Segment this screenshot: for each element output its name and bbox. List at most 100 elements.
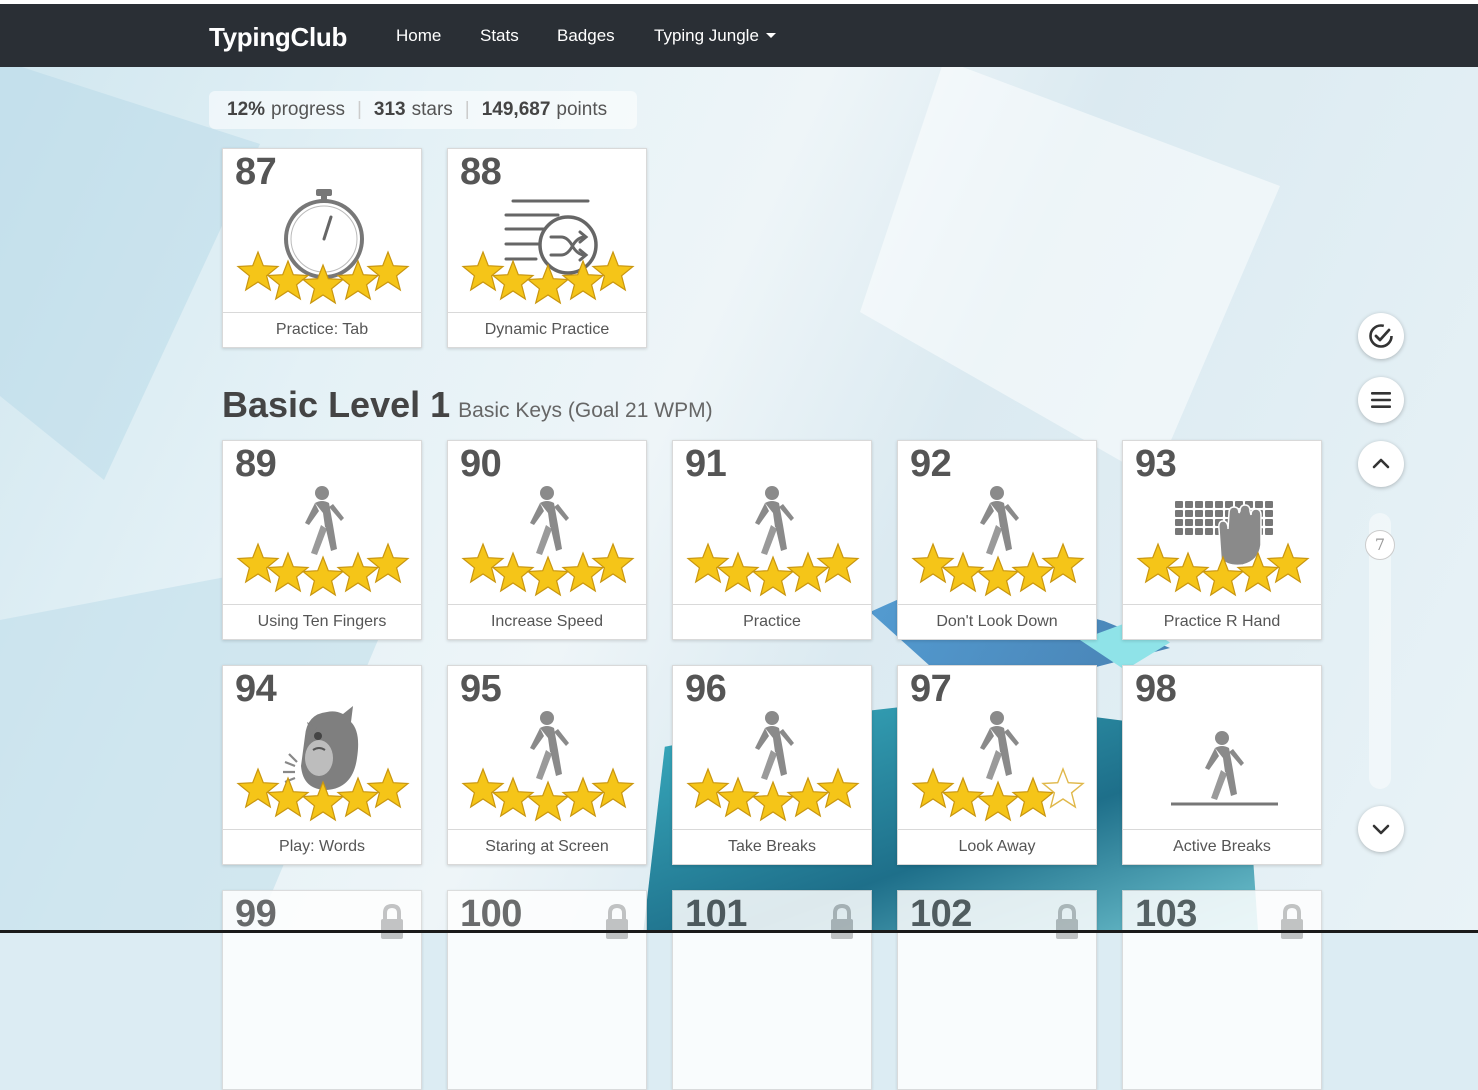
lesson-illustration: [236, 706, 410, 822]
star-filled-icon: [301, 263, 345, 305]
star-filled-icon: [976, 555, 1020, 597]
walking-person-icon: [980, 486, 1019, 555]
lesson-card[interactable]: 87 Practice: Tab: [222, 148, 422, 348]
lesson-card[interactable]: 103: [1122, 890, 1322, 1090]
walking-person-icon: [980, 711, 1019, 780]
monster-game-icon: [283, 706, 359, 790]
lesson-illustration: [1171, 731, 1278, 806]
scroll-up-button[interactable]: [1358, 441, 1404, 487]
lesson-illustration: [1136, 501, 1310, 597]
divider: |: [464, 99, 470, 120]
lesson-title: Practice: Tab: [223, 312, 421, 347]
star-filled-icon: [816, 542, 860, 584]
points-label: points: [556, 99, 608, 120]
nav-typing-jungle-dropdown[interactable]: Typing Jungle: [654, 26, 776, 46]
star-filled-icon: [236, 542, 280, 584]
lesson-card[interactable]: 97 Look Away: [897, 665, 1097, 865]
star-filled-icon: [526, 555, 570, 597]
lesson-title: Practice: [673, 604, 871, 639]
lesson-title: Increase Speed: [448, 604, 646, 639]
lesson-card[interactable]: 98 Active Breaks: [1122, 665, 1322, 865]
lesson-title: Staring at Screen: [448, 829, 646, 864]
menu-button[interactable]: [1358, 377, 1404, 423]
lesson-card[interactable]: 89 Using Ten Fingers: [222, 440, 422, 640]
lock-icon: [831, 903, 853, 939]
points-value: 149,687: [481, 99, 551, 120]
star-filled-icon: [686, 542, 730, 584]
star-filled-icon: [816, 767, 860, 809]
level-title: Basic Level 1: [222, 384, 451, 425]
lesson-illustration: [461, 199, 635, 305]
lesson-card[interactable]: 90 Increase Speed: [447, 440, 647, 640]
walking-person-icon: [530, 486, 569, 555]
lesson-card[interactable]: 102: [897, 890, 1097, 1090]
lesson-illustration: [911, 486, 1085, 597]
top-strip: [0, 0, 1478, 4]
star-filled-icon: [1041, 542, 1085, 584]
star-filled-icon: [1266, 542, 1310, 584]
lesson-card[interactable]: 88 Dynamic Practice: [447, 148, 647, 348]
star-filled-icon: [366, 542, 410, 584]
lesson-illustration: [461, 711, 635, 822]
star-filled-icon: [591, 767, 635, 809]
scroll-down-button[interactable]: [1358, 806, 1404, 852]
level-heading: Basic Level 1 Basic Keys (Goal 21 WPM): [222, 384, 713, 426]
walking-person-icon: [755, 486, 794, 555]
walking-person-icon: [530, 711, 569, 780]
star-filled-icon: [591, 542, 635, 584]
navbar: TypingClub Home Stats Badges Typing Jung…: [0, 4, 1478, 67]
star-filled-icon: [461, 767, 505, 809]
dropdown-label: Typing Jungle: [654, 26, 759, 45]
divider: |: [356, 99, 362, 120]
star-filled-icon: [461, 542, 505, 584]
lock-icon: [381, 903, 403, 939]
lesson-title: Take Breaks: [673, 829, 871, 864]
walking-person-icon: [755, 711, 794, 780]
lesson-card[interactable]: 101: [672, 890, 872, 1090]
check-circle-icon: [1369, 324, 1393, 348]
lesson-card[interactable]: 92 Don't Look Down: [897, 440, 1097, 640]
star-filled-icon: [751, 780, 795, 822]
star-filled-icon: [976, 780, 1020, 822]
lesson-title: Play: Words: [223, 829, 421, 864]
star-filled-icon: [366, 767, 410, 809]
lesson-card[interactable]: 94 Play: Words: [222, 665, 422, 865]
lesson-illustration: [461, 486, 635, 597]
star-filled-icon: [911, 767, 955, 809]
nav-home[interactable]: Home: [396, 26, 441, 46]
lock-icon: [1056, 903, 1078, 939]
chevron-up-icon: [1372, 458, 1390, 469]
check-circle-button[interactable]: [1358, 313, 1404, 359]
stopwatch-icon: [284, 189, 364, 279]
star-filled-icon: [236, 767, 280, 809]
lesson-card[interactable]: 96 Take Breaks: [672, 665, 872, 865]
lesson-card[interactable]: 91 Practice: [672, 440, 872, 640]
lesson-card[interactable]: 100: [447, 890, 647, 1090]
lock-icon: [606, 903, 628, 939]
chevron-down-icon: [1372, 824, 1390, 835]
star-empty-icon: [1041, 767, 1085, 809]
walking-person-icon: [305, 486, 344, 555]
progress-summary: 12% progress | 313 stars | 149,687 point…: [209, 91, 637, 129]
progress-value: 12%: [227, 99, 266, 120]
lesson-card[interactable]: 95 Staring at Screen: [447, 665, 647, 865]
star-filled-icon: [911, 542, 955, 584]
lesson-title: Using Ten Fingers: [223, 604, 421, 639]
progress-label: progress: [271, 99, 345, 120]
lesson-title: Practice R Hand: [1123, 604, 1321, 639]
star-filled-icon: [236, 250, 280, 292]
nav-stats[interactable]: Stats: [480, 26, 519, 46]
lesson-illustration: [911, 711, 1085, 822]
lesson-title: Don't Look Down: [898, 604, 1096, 639]
star-filled-icon: [301, 555, 345, 597]
nav-badges[interactable]: Badges: [557, 26, 615, 46]
star-filled-icon: [366, 250, 410, 292]
scroll-position-marker[interactable]: 7: [1365, 530, 1395, 560]
star-filled-icon: [1136, 542, 1180, 584]
lesson-illustration: [686, 486, 860, 597]
brand-logo[interactable]: TypingClub: [209, 22, 347, 53]
lesson-card[interactable]: 93 Practice R Hand: [1122, 440, 1322, 640]
star-filled-icon: [751, 555, 795, 597]
lesson-card[interactable]: 99: [222, 890, 422, 1090]
lesson-title: Active Breaks: [1123, 829, 1321, 864]
